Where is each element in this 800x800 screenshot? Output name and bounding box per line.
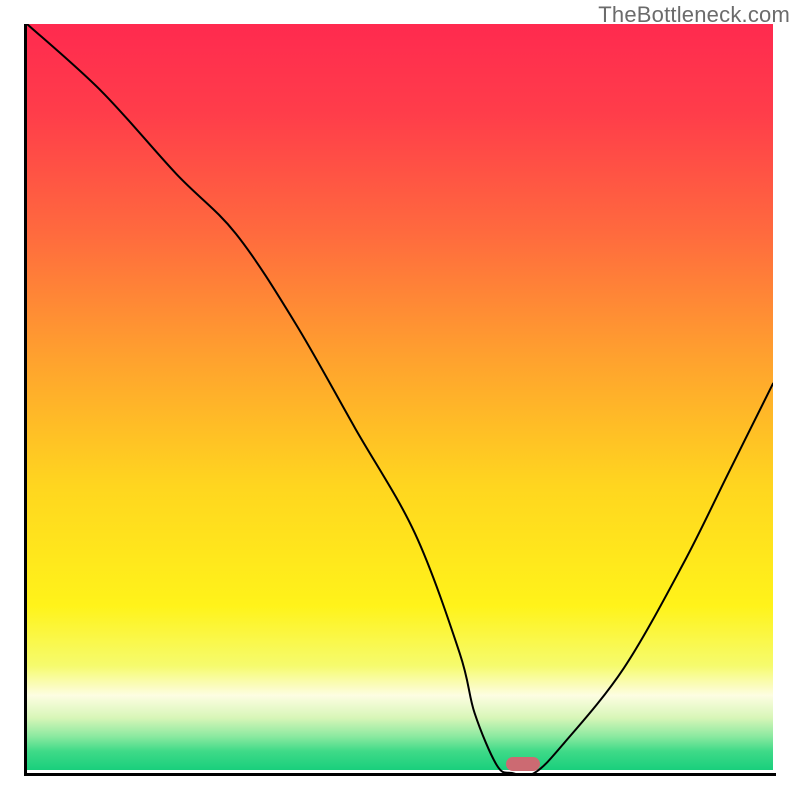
optimal-point-marker — [506, 757, 540, 770]
chart-container: TheBottleneck.com — [0, 0, 800, 800]
plot-area — [27, 24, 773, 773]
bottleneck-curve — [27, 24, 773, 773]
